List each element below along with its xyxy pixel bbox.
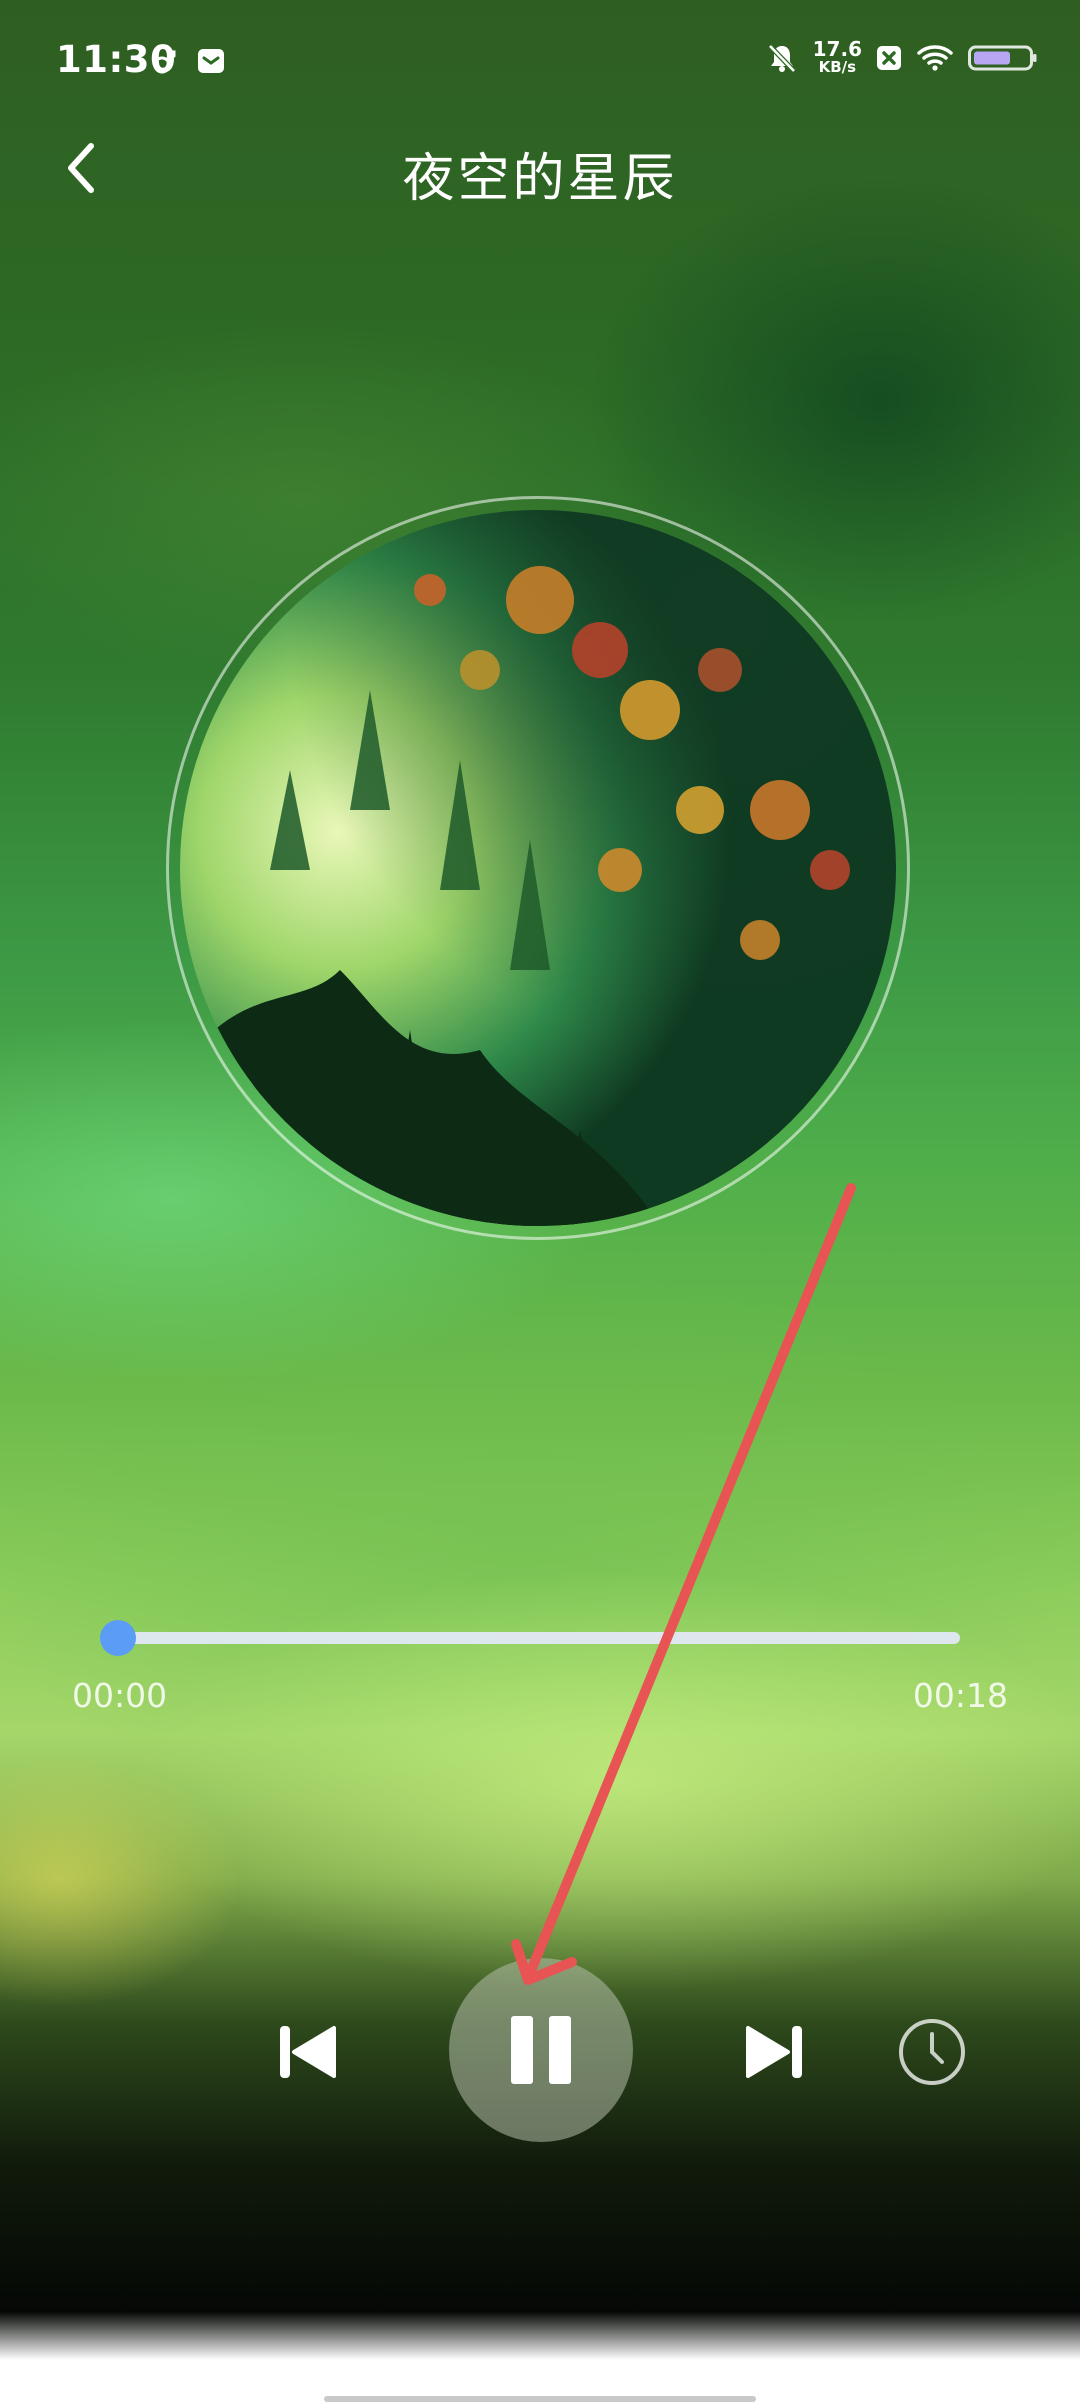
total-time: 00:18 — [912, 1676, 1008, 1715]
bell-off-icon — [767, 44, 796, 73]
network-speed: 17.6 KB/s — [812, 37, 862, 76]
previous-button[interactable] — [270, 2014, 346, 2090]
progress-track[interactable] — [118, 1632, 960, 1644]
message-icon — [198, 49, 224, 73]
next-button[interactable] — [736, 2014, 812, 2090]
album-art — [180, 510, 896, 1226]
album-art-image — [180, 510, 896, 1226]
x-box-icon — [877, 46, 901, 70]
current-time: 00:00 — [72, 1676, 168, 1715]
battery-icon — [968, 45, 1037, 71]
wifi-icon — [917, 45, 953, 71]
status-right-icons: 17.6 KB/s — [765, 37, 1038, 76]
music-player-screen: 11:30 17.6 KB/s 夜空的星辰 00:00 00:18 — [0, 0, 1080, 2408]
net-speed-value: 17.6 — [812, 37, 862, 61]
song-title: 夜空的星辰 — [402, 149, 678, 209]
next-icon — [746, 2026, 802, 2078]
sleep-timer-button[interactable] — [896, 2016, 968, 2088]
progress-thumb[interactable] — [100, 1620, 136, 1656]
timer-icon — [899, 2019, 965, 2085]
pause-button[interactable] — [449, 1958, 633, 2142]
link-icon — [153, 50, 176, 74]
pause-icon — [511, 2016, 571, 2084]
home-indicator[interactable] — [324, 2396, 756, 2402]
status-left-icons — [152, 46, 226, 76]
net-speed-unit: KB/s — [818, 58, 857, 76]
previous-icon — [280, 2026, 336, 2078]
